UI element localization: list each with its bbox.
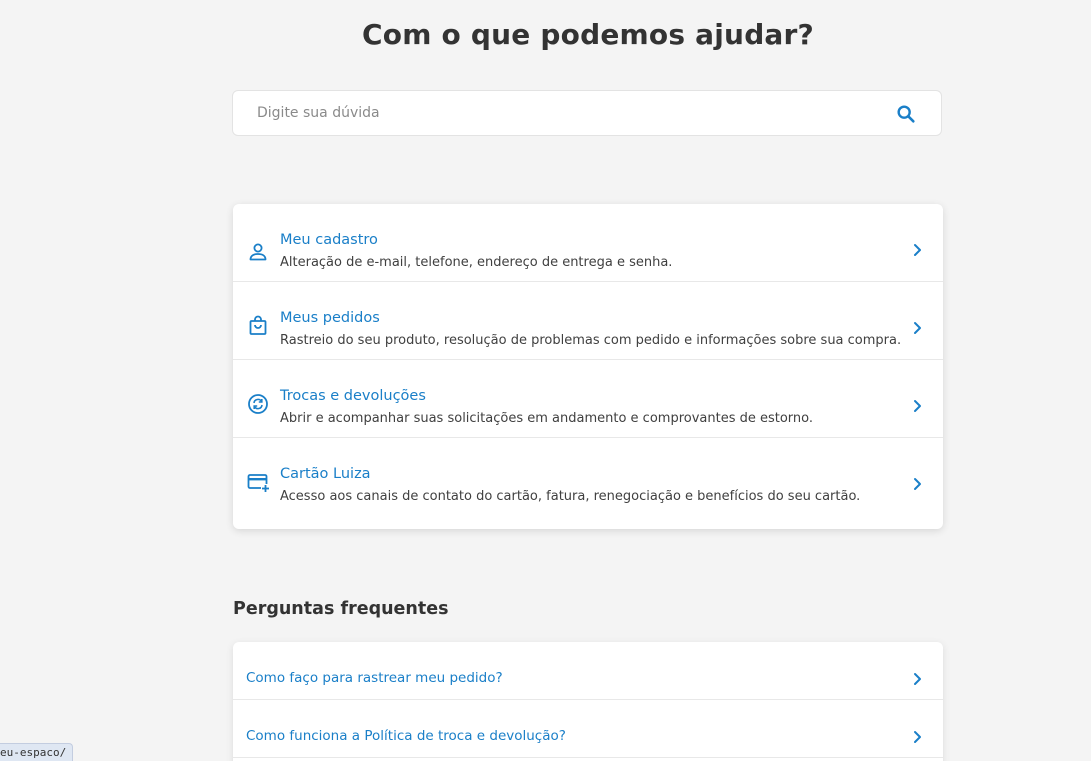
chevron-right-icon bbox=[909, 320, 925, 336]
topic-meus-pedidos[interactable]: Meus pedidos Rastreio do seu produto, re… bbox=[233, 282, 943, 360]
faq-question: Como funciona a Política de troca e devo… bbox=[246, 728, 566, 744]
credit-card-add-icon bbox=[246, 470, 270, 494]
topic-description: Abrir e acompanhar suas solicitações em … bbox=[280, 411, 814, 426]
status-bar-url: eu-espaco/ bbox=[0, 743, 74, 761]
topics-card: Meu cadastro Alteração de e-mail, telefo… bbox=[233, 204, 943, 529]
person-icon bbox=[246, 240, 270, 264]
search-input[interactable] bbox=[233, 91, 897, 135]
chevron-right-icon bbox=[909, 476, 925, 492]
topic-title: Cartão Luiza bbox=[280, 466, 371, 482]
topic-title: Meus pedidos bbox=[280, 310, 380, 326]
topic-description: Acesso aos canais de contato do cartão, … bbox=[280, 489, 861, 504]
topic-title: Meu cadastro bbox=[280, 232, 378, 248]
faq-heading: Perguntas frequentes bbox=[233, 599, 449, 619]
chevron-right-icon bbox=[909, 671, 925, 687]
page-title: Com o que podemos ajudar? bbox=[362, 18, 814, 51]
chevron-right-icon bbox=[909, 398, 925, 414]
topic-trocas-devolucoes[interactable]: Trocas e devoluções Abrir e acompanhar s… bbox=[233, 360, 943, 438]
search-box bbox=[232, 90, 942, 136]
topic-title: Trocas e devoluções bbox=[280, 388, 426, 404]
topic-description: Rastreio do seu produto, resolução de pr… bbox=[280, 333, 902, 348]
help-center-page: Com o que podemos ajudar? Meu cadastro A… bbox=[0, 0, 1091, 761]
topic-cartao-luiza[interactable]: Cartão Luiza Acesso aos canais de contat… bbox=[233, 438, 943, 528]
topic-meu-cadastro[interactable]: Meu cadastro Alteração de e-mail, telefo… bbox=[233, 204, 943, 282]
search-icon[interactable] bbox=[895, 103, 917, 125]
exchange-icon bbox=[246, 392, 270, 416]
faq-question: Como faço para rastrear meu pedido? bbox=[246, 670, 503, 686]
faq-item[interactable]: Como funciona a Política de troca e devo… bbox=[233, 700, 943, 758]
faq-list: Como faço para rastrear meu pedido? Como… bbox=[233, 642, 943, 761]
chevron-right-icon bbox=[909, 242, 925, 258]
topic-description: Alteração de e-mail, telefone, endereço … bbox=[280, 255, 673, 270]
chevron-right-icon bbox=[909, 729, 925, 745]
faq-item[interactable]: Como faço para rastrear meu pedido? bbox=[233, 642, 943, 700]
shopping-bag-icon bbox=[246, 314, 270, 338]
